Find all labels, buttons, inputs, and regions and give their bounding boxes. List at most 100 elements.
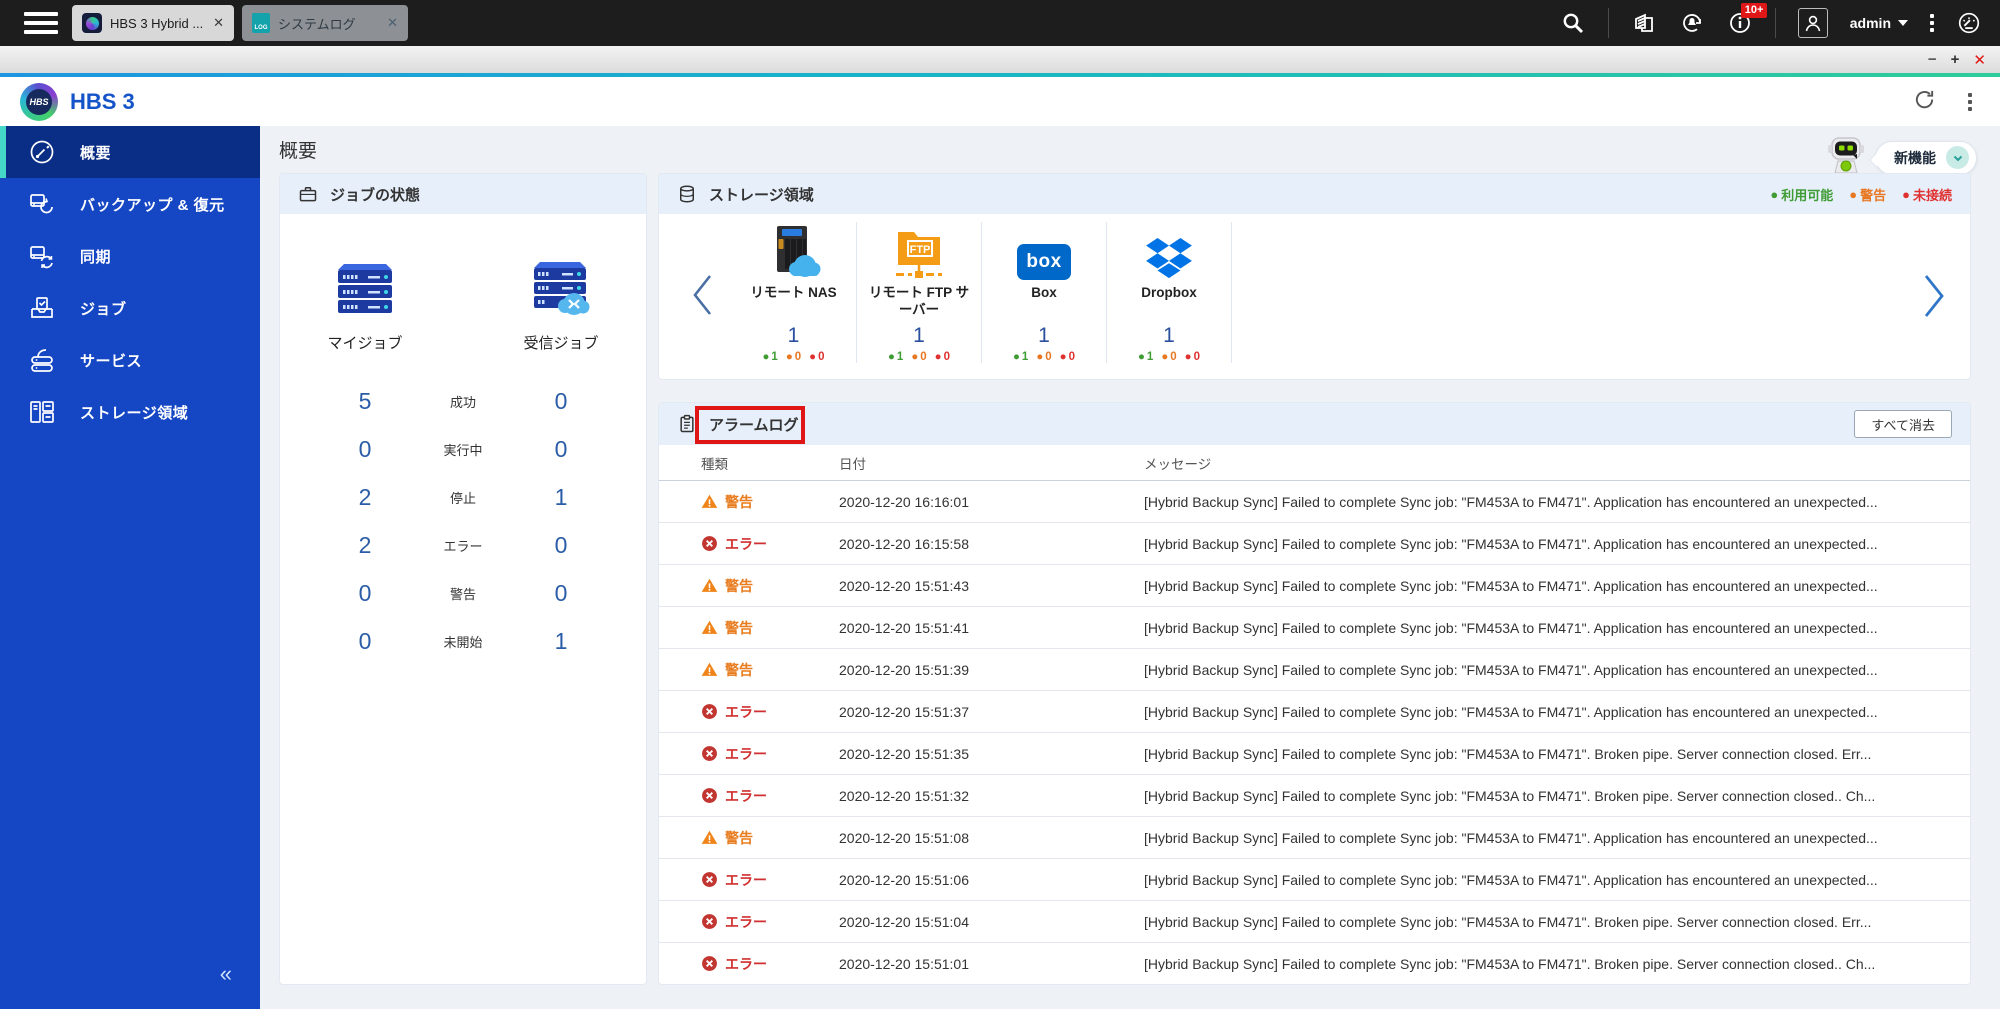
- tab-hbs3[interactable]: HBS 3 Hybrid ... ✕: [72, 5, 234, 41]
- clear-all-button[interactable]: すべて消去: [1854, 410, 1952, 438]
- sidebar-item-label: バックアップ & 復元: [80, 196, 225, 214]
- alarm-date: 2020-12-20 15:51:43: [839, 577, 969, 594]
- job-status-label: 成功: [449, 394, 476, 410]
- alarm-type-label: エラー: [725, 955, 767, 972]
- sidebar-item-label: 同期: [80, 248, 112, 266]
- chevron-down-icon: [1946, 146, 1969, 169]
- alarm-message: [Hybrid Backup Sync] Failed to complete …: [1144, 535, 1878, 552]
- alarm-log-row[interactable]: 警告 2020-12-20 16:16:01 [Hybrid Backup Sy…: [659, 481, 1970, 523]
- window-minimize-button[interactable]: −: [1928, 51, 1937, 68]
- alarm-log-row[interactable]: エラー 2020-12-20 15:51:35 [Hybrid Backup S…: [659, 733, 1970, 775]
- alarm-date: 2020-12-20 15:51:32: [839, 787, 969, 804]
- scroll-right-chevron-icon[interactable]: [1920, 272, 1948, 325]
- alarm-log-row[interactable]: エラー 2020-12-20 15:51:04 [Hybrid Backup S…: [659, 901, 1970, 943]
- job-status-row: 0 実行中 0: [280, 425, 646, 473]
- alarm-log-row[interactable]: 警告 2020-12-20 15:51:08 [Hybrid Backup Sy…: [659, 817, 1970, 859]
- alarm-log-row[interactable]: エラー 2020-12-20 15:51:06 [Hybrid Backup S…: [659, 859, 1970, 901]
- alarm-message: [Hybrid Backup Sync] Failed to complete …: [1144, 493, 1878, 510]
- more-options-icon[interactable]: [1930, 14, 1934, 32]
- column-message: メッセージ: [1144, 456, 1212, 472]
- sidebar-item-services[interactable]: サービス: [0, 334, 260, 386]
- notifications-icon[interactable]: 10+: [1727, 3, 1768, 36]
- username: admin: [1849, 15, 1891, 31]
- my-jobs-label: マイジョブ: [327, 335, 403, 352]
- ftp-server-icon: FTP: [888, 222, 950, 280]
- search-icon[interactable]: [1560, 10, 1586, 36]
- sidebar-item-backup-restore[interactable]: バックアップ & 復元: [0, 178, 260, 230]
- warning-icon: [701, 620, 718, 634]
- sidebar-item-overview[interactable]: 概要: [0, 126, 260, 178]
- jobs-icon: [28, 294, 56, 322]
- external-device-icon[interactable]: [1679, 10, 1705, 36]
- dropbox-logo-icon: [1146, 222, 1192, 280]
- remote-nas-icon: [763, 222, 825, 280]
- sidebar-item-jobs[interactable]: ジョブ: [0, 282, 260, 334]
- storage-item-remote-nas[interactable]: リモート NAS 1 ● 1 ● 0 ● 0: [731, 222, 856, 363]
- storage-item-name: Box: [1031, 285, 1057, 300]
- divider: [1607, 8, 1609, 38]
- overview-icon: [28, 138, 56, 166]
- storage-item-remote-ftp[interactable]: FTP リモート FTP サーバー 1 ● 1 ● 0 ● 0: [856, 222, 981, 363]
- alarm-log-row[interactable]: 警告 2020-12-20 15:51:39 [Hybrid Backup Sy…: [659, 649, 1970, 691]
- sidebar: 概要 バックアップ & 復元 同期 ジョブ サービス ストレージ領域 «: [0, 126, 260, 1009]
- storage-item-dropbox[interactable]: Dropbox 1 ● 1 ● 0 ● 0: [1106, 222, 1231, 363]
- refresh-icon[interactable]: [1913, 88, 1936, 116]
- alarm-log-rows: 警告 2020-12-20 16:16:01 [Hybrid Backup Sy…: [659, 481, 1970, 984]
- tab-label: システムログ: [278, 16, 356, 32]
- tab-system-log[interactable]: LOG システムログ ✕: [242, 5, 408, 41]
- sidebar-collapse-button[interactable]: «: [220, 961, 232, 987]
- alarm-log-row[interactable]: 警告 2020-12-20 15:51:43 [Hybrid Backup Sy…: [659, 565, 1970, 607]
- box-logo-icon: box: [1017, 222, 1071, 280]
- sidebar-item-sync[interactable]: 同期: [0, 230, 260, 282]
- alarm-message: [Hybrid Backup Sync] Failed to complete …: [1144, 577, 1878, 594]
- error-icon: [702, 872, 717, 887]
- storage-item-count: 1: [913, 324, 925, 347]
- app-title: HBS 3: [70, 88, 135, 114]
- whats-new-button[interactable]: 新機能: [1875, 140, 1977, 175]
- user-menu[interactable]: admin: [1850, 15, 1908, 31]
- alarm-message: [Hybrid Backup Sync] Failed to complete …: [1144, 913, 1872, 930]
- storage-item-box[interactable]: box Box 1 ● 1 ● 0 ● 0: [981, 222, 1106, 363]
- window-maximize-button[interactable]: +: [1951, 51, 1960, 68]
- app-more-options-icon[interactable]: [1968, 92, 1972, 111]
- alarm-date: 2020-12-20 16:16:01: [839, 493, 969, 510]
- error-icon: [702, 788, 717, 803]
- storage-item-name: リモート FTP サーバー: [868, 285, 970, 317]
- resource-monitor-icon[interactable]: [1956, 10, 1982, 36]
- alarm-log-row[interactable]: エラー 2020-12-20 16:15:58 [Hybrid Backup S…: [659, 523, 1970, 565]
- page-title: 概要: [279, 141, 318, 162]
- my-jobs-count: 0: [358, 579, 372, 606]
- panel-title: ストレージ領域: [709, 186, 814, 204]
- error-icon: [702, 746, 717, 761]
- my-jobs-count: 2: [358, 531, 372, 558]
- app-header: HBS HBS 3: [0, 77, 2000, 126]
- alarm-log-row[interactable]: エラー 2020-12-20 15:51:32 [Hybrid Backup S…: [659, 775, 1970, 817]
- scroll-left-chevron-icon[interactable]: [689, 272, 715, 323]
- user-avatar-icon[interactable]: [1797, 8, 1828, 38]
- close-icon[interactable]: ✕: [213, 15, 224, 31]
- alarm-log-row[interactable]: 警告 2020-12-20 15:51:41 [Hybrid Backup Sy…: [659, 607, 1970, 649]
- warning-icon: [701, 494, 718, 508]
- alarm-type-label: エラー: [725, 745, 767, 762]
- warning-dot: ●: [1849, 186, 1858, 202]
- warning-icon: [701, 578, 718, 592]
- window-close-button[interactable]: ✕: [1973, 51, 1986, 69]
- job-status-panel: ジョブの状態 マイジョブ 受信ジョブ 5 成功 0 0 実行中 0 2 停止 1: [279, 173, 647, 985]
- backup-restore-icon: [28, 190, 56, 218]
- alarm-message: [Hybrid Backup Sync] Failed to complete …: [1144, 661, 1878, 678]
- job-status-label: エラー: [443, 538, 483, 554]
- storage-panel-header: ストレージ領域 ● 利用可能 ● 警告 ● 未接続: [659, 174, 1970, 214]
- alarm-date: 2020-12-20 15:51:04: [839, 913, 969, 930]
- log-app-icon: LOG: [252, 13, 270, 33]
- alarm-log-row[interactable]: エラー 2020-12-20 15:51:37 [Hybrid Backup S…: [659, 691, 1970, 733]
- storage-item-status: ● 1 ● 0 ● 0: [1137, 351, 1201, 363]
- sidebar-item-storage-spaces[interactable]: ストレージ領域: [0, 386, 260, 438]
- desktop-taskbar: HBS 3 Hybrid ... ✕ LOG システムログ ✕ 10+ admi…: [0, 0, 2000, 46]
- alarm-log-row[interactable]: エラー 2020-12-20 15:51:01 [Hybrid Backup S…: [659, 943, 1970, 984]
- background-tasks-icon[interactable]: [1631, 10, 1657, 36]
- sidebar-item-label: ストレージ領域: [80, 404, 189, 422]
- main-menu-icon[interactable]: [24, 12, 58, 34]
- my-jobs-count: 2: [358, 483, 372, 510]
- close-icon[interactable]: ✕: [387, 15, 398, 31]
- error-icon: [702, 536, 717, 551]
